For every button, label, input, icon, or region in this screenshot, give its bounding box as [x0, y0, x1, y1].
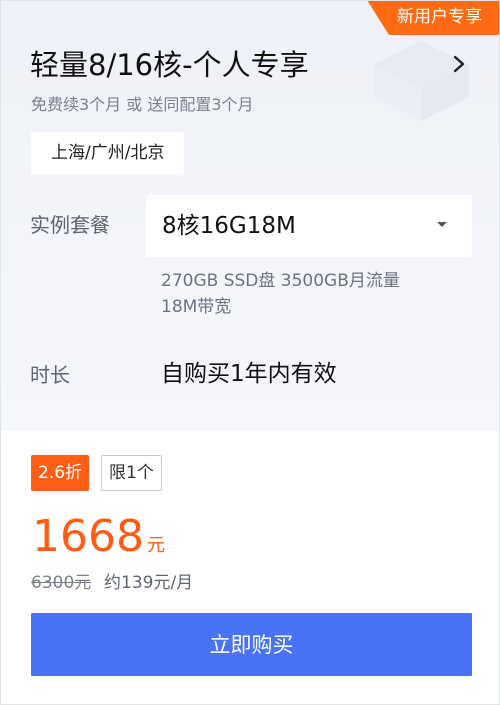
new-user-badge: 新用户专享: [367, 1, 499, 35]
monthly-price: 约139元/月: [104, 573, 194, 593]
promo-subtitle: 免费续3个月 或 送同配置3个月: [31, 95, 254, 114]
caret-down-icon: [437, 222, 447, 227]
plan-label: 实例套餐: [30, 213, 110, 237]
price-unit: 元: [147, 535, 165, 556]
offer-card: 新用户专享 轻量8/16核-个人专享 免费续3个月 或 送同配置3个月 上海/广…: [0, 0, 500, 705]
plan-select[interactable]: 8核16G18M: [146, 195, 472, 257]
limit-tag: 限1个: [101, 455, 162, 491]
plan-spec: 270GB SSD盘 3500GB月流量 18M带宽: [161, 268, 481, 320]
chevron-right-icon[interactable]: [448, 53, 470, 75]
duration-value: 自购买1年内有效: [161, 361, 337, 387]
discount-tag: 2.6折: [31, 455, 90, 491]
product-title[interactable]: 轻量8/16核-个人专享: [30, 45, 309, 85]
duration-label: 时长: [30, 363, 70, 387]
plan-selected-value: 8核16G18M: [162, 213, 296, 239]
plan-spec-storage-traffic: 270GB SSD盘 3500GB月流量: [161, 271, 400, 291]
plan-spec-bandwidth: 18M带宽: [161, 297, 232, 317]
original-price: 6300元: [31, 573, 92, 593]
decorative-cubes-illustration: [373, 41, 469, 121]
price-amount: 1668: [32, 511, 144, 562]
region-tag: 上海/广州/北京: [31, 132, 185, 174]
buy-now-button[interactable]: 立即购买: [31, 613, 472, 676]
